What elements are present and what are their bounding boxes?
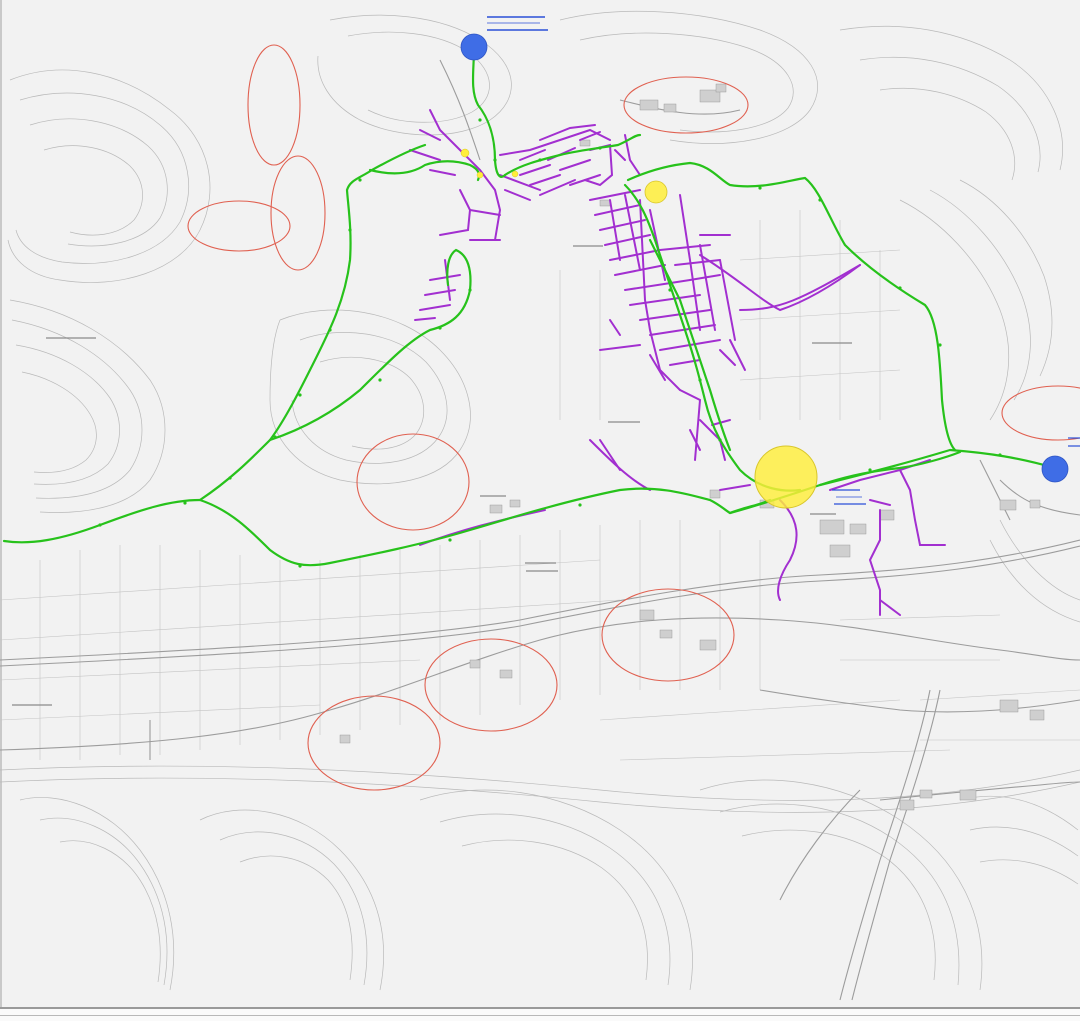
distribution-network-layer: [409, 109, 946, 616]
station-label-central: [832, 489, 866, 505]
survey-area: [247, 44, 301, 166]
reservoir-layer: [460, 33, 1069, 483]
survey-area: [1001, 385, 1080, 441]
trunk-main-layer: [2, 46, 1057, 567]
topographic-map[interactable]: [0, 0, 1080, 1021]
survey-area: [307, 695, 441, 791]
delivery-point-small[interactable]: [511, 170, 519, 178]
place-name-layer: [12, 245, 852, 706]
terrain-contour-layer: [0, 10, 1080, 991]
building-layer: [339, 83, 1045, 811]
delivery-point-large[interactable]: [754, 445, 818, 509]
delivery-point-small[interactable]: [460, 148, 470, 158]
survey-area: [356, 433, 470, 531]
delivery-point[interactable]: [644, 180, 668, 204]
trunk-valve-markers: [98, 118, 1002, 568]
survey-area: [424, 638, 558, 732]
survey-area: [187, 200, 291, 252]
station-label-layer: [487, 16, 1080, 505]
field-parcel-layer: [0, 210, 1080, 761]
delivery-point-small[interactable]: [476, 171, 484, 179]
map-frame-bottom: [0, 1007, 1080, 1021]
survey-area: [270, 155, 326, 271]
station-label-north: [487, 16, 548, 31]
map-canvas[interactable]: [0, 0, 1080, 1021]
reservoir-north[interactable]: [460, 33, 488, 61]
reservoir-east[interactable]: [1041, 455, 1069, 483]
